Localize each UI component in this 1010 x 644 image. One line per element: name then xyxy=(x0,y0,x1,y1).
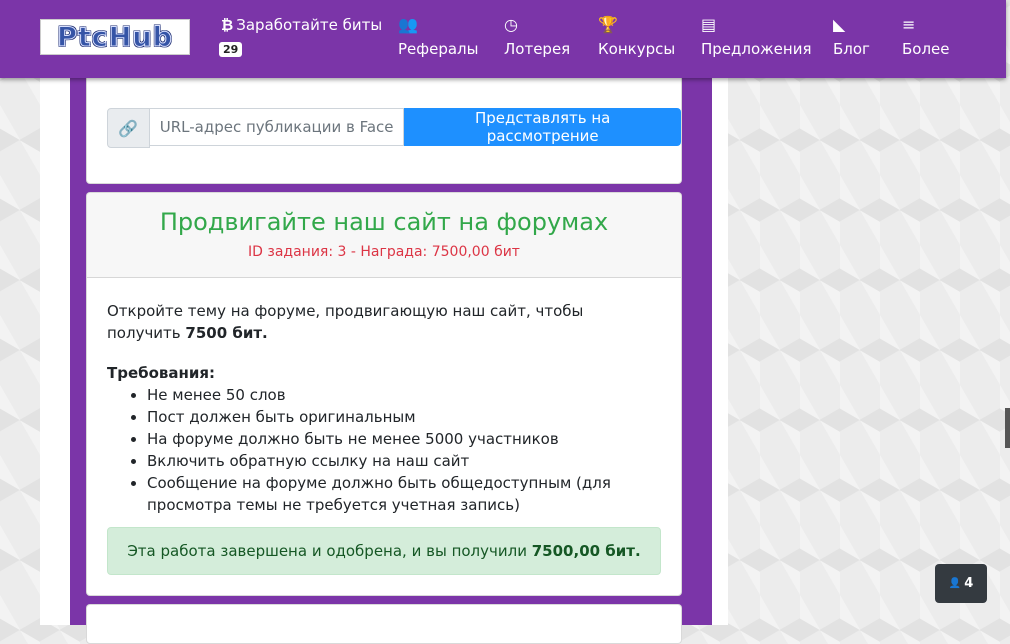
submit-link-card: 🔗 Представлять на рассмотрение xyxy=(86,60,682,184)
online-users-count: 4 xyxy=(964,576,974,591)
task-body: Откройте тему на форуме, продвигающую на… xyxy=(87,278,681,516)
task-completed-alert: Эта работа завершена и одобрена, и вы по… xyxy=(107,527,661,575)
scrollbar-thumb[interactable] xyxy=(1005,408,1010,448)
task-description: Откройте тему на форуме, продвигающую на… xyxy=(107,302,584,342)
list-item: На форуме должно быть не менее 5000 учас… xyxy=(147,428,661,450)
clock-icon: ◷ xyxy=(504,15,518,34)
trophy-icon: 🏆 xyxy=(598,15,618,34)
nav-contests-label: Конкурсы xyxy=(598,40,676,58)
nav-more[interactable]: ≡ Более xyxy=(902,14,950,58)
link-icon: 🔗 xyxy=(107,108,150,148)
nav-offers-label: Предложения xyxy=(701,40,812,58)
nav-referrals[interactable]: 👥 Рефералы xyxy=(398,14,478,58)
url-input-group: 🔗 Представлять на рассмотрение xyxy=(107,108,681,148)
task-id-reward: ID задания: 3 - Награда: 7500,00 бит xyxy=(248,244,520,260)
nav-lottery[interactable]: ◷ Лотерея xyxy=(504,14,570,58)
earn-count-badge: 29 xyxy=(219,42,243,57)
top-navbar: PtcHub ₿ Заработайте биты 29 👥 Рефералы ◷… xyxy=(0,0,1006,78)
task-header: Продвигайте наш сайт на форумах ID задан… xyxy=(87,193,681,278)
task-card: Продвигайте наш сайт на форумах ID задан… xyxy=(86,192,682,596)
nav-blog-label: Блог xyxy=(833,40,870,58)
bitcoin-icon: ₿ xyxy=(221,16,234,34)
nav-contests[interactable]: 🏆 Конкурсы xyxy=(598,14,675,58)
list-item: Не менее 50 слов xyxy=(147,384,661,406)
nav-earn-label: Заработайте биты xyxy=(236,16,383,34)
submit-for-review-button[interactable]: Представлять на рассмотрение xyxy=(404,108,681,146)
logo-text: PtcHub xyxy=(57,21,173,53)
user-icon: 👤 xyxy=(948,578,962,589)
nav-earn-bits[interactable]: ₿ Заработайте биты xyxy=(221,16,382,34)
nav-lottery-label: Лотерея xyxy=(504,40,571,58)
list-icon: ▤ xyxy=(701,15,717,34)
next-task-card xyxy=(86,604,682,644)
nav-offers[interactable]: ▤ Предложения xyxy=(701,14,812,58)
requirements-title: Требования: xyxy=(107,364,216,382)
task-reward-amount: 7500 бит. xyxy=(185,324,268,342)
requirements-list: Не менее 50 слов Пост должен быть оригин… xyxy=(107,384,661,516)
list-item: Пост должен быть оригинальным xyxy=(147,406,661,428)
users-icon: 👥 xyxy=(398,15,418,34)
task-title: Продвигайте наш сайт на форумах xyxy=(159,208,609,236)
post-url-input[interactable] xyxy=(149,108,405,146)
online-users-button[interactable]: 👤 4 xyxy=(935,564,987,603)
rss-icon: ◣ xyxy=(833,15,846,34)
menu-icon: ≡ xyxy=(902,15,916,34)
nav-referrals-label: Рефералы xyxy=(398,40,479,58)
list-item: Сообщение на форуме должно быть общедост… xyxy=(147,472,661,516)
list-item: Включить обратную ссылку на наш сайт xyxy=(147,450,661,472)
earned-amount: 7500,00 бит. xyxy=(531,542,641,560)
nav-more-label: Более xyxy=(902,40,950,58)
nav-blog[interactable]: ◣ Блог xyxy=(833,14,870,58)
site-logo[interactable]: PtcHub xyxy=(40,19,190,55)
